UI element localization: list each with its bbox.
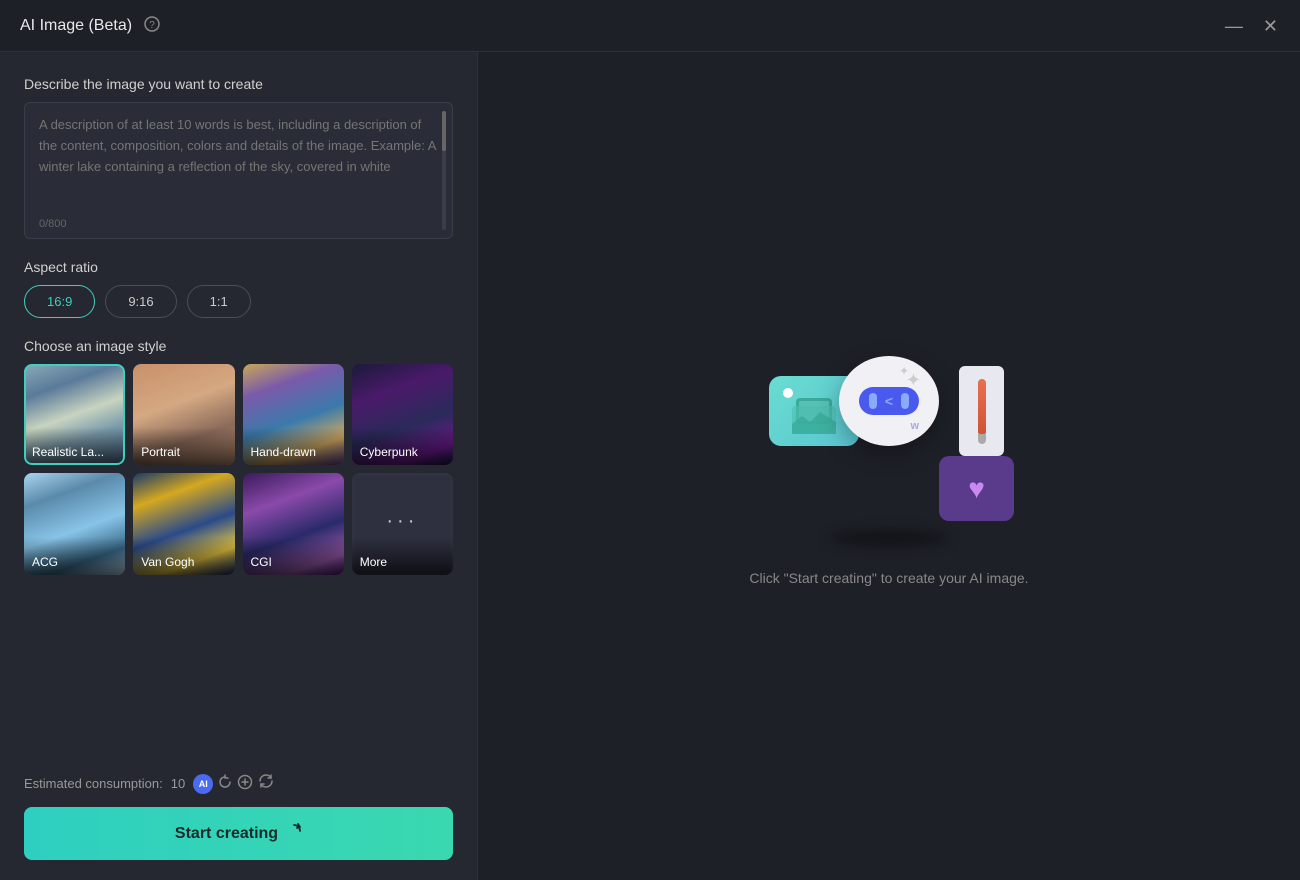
refresh-icon (217, 774, 233, 793)
robot-shadow (829, 530, 949, 546)
style-label: Choose an image style (24, 338, 453, 354)
style-more[interactable]: ··· More (352, 473, 453, 574)
title-bar-controls: — ✕ (1223, 15, 1280, 37)
svg-text:?: ? (149, 20, 155, 31)
aspect-ratio-label: Aspect ratio (24, 259, 453, 275)
description-section: Describe the image you want to create 0/… (24, 76, 453, 239)
robot-logo: w (910, 420, 919, 432)
style-cgi-label: CGI (243, 537, 344, 575)
char-count: 0/800 (39, 218, 67, 230)
style-more-label: More (352, 537, 453, 575)
robot-eye-left (869, 393, 877, 409)
style-cyberpunk-label: Cyberpunk (352, 427, 453, 465)
help-button[interactable]: ? (142, 14, 162, 37)
style-portrait-label: Portrait (133, 427, 234, 465)
style-grid: Realistic La... Portrait Hand-drawn Cybe… (24, 364, 453, 575)
consumption-label: Estimated consumption: (24, 776, 163, 791)
app-title: AI Image (Beta) (20, 17, 132, 35)
style-realistic-label: Realistic La... (24, 427, 125, 465)
heart-icon: ♥ (968, 473, 985, 505)
title-bar-left: AI Image (Beta) ? (20, 14, 162, 37)
scrollbar-thumb (442, 111, 446, 151)
main-layout: Describe the image you want to create 0/… (0, 52, 1300, 880)
style-cgi[interactable]: CGI (243, 473, 344, 574)
image-style-section: Choose an image style Realistic La... Po… (24, 338, 453, 575)
style-vangogh-label: Van Gogh (133, 537, 234, 575)
plus-icon (237, 774, 253, 793)
start-btn-icon (286, 823, 302, 844)
description-input[interactable] (39, 115, 438, 205)
aspect-ratio-section: Aspect ratio 16:9 9:16 1:1 (24, 259, 453, 318)
more-dots: ··· (386, 510, 418, 533)
start-creating-button[interactable]: Start creating (24, 807, 453, 860)
title-bar: AI Image (Beta) ? — ✕ (0, 0, 1300, 52)
robot-illustration: ✦ ✦ < w ♥ (759, 346, 1019, 546)
robot-eye-right (901, 393, 909, 409)
right-panel: ✦ ✦ < w ♥ (478, 52, 1300, 880)
heart-card: ♥ (939, 456, 1014, 521)
style-vangogh[interactable]: Van Gogh (133, 473, 234, 574)
robot-head: ✦ ✦ < w (839, 356, 939, 446)
robot-chevron: < (885, 393, 893, 409)
aspect-btn-916[interactable]: 9:16 (105, 285, 176, 318)
style-handdrawn[interactable]: Hand-drawn (243, 364, 344, 465)
style-cyberpunk[interactable]: Cyberpunk (352, 364, 453, 465)
ai-icon: AI (193, 774, 213, 794)
style-acg-label: ACG (24, 537, 125, 575)
scrollbar-track (442, 111, 446, 230)
consumption-row: Estimated consumption: 10 AI (24, 772, 453, 795)
minimize-button[interactable]: — (1223, 15, 1245, 37)
aspect-buttons: 16:9 9:16 1:1 (24, 285, 453, 318)
description-label: Describe the image you want to create (24, 76, 453, 92)
close-button[interactable]: ✕ (1261, 15, 1280, 37)
style-handdrawn-label: Hand-drawn (243, 427, 344, 465)
brush-tip (978, 434, 986, 444)
brush-card (959, 366, 1004, 456)
sync-icon (257, 772, 275, 795)
robot-visor: < (859, 387, 919, 415)
placeholder-text: Click "Start creating" to create your AI… (749, 570, 1028, 586)
aspect-btn-11[interactable]: 1:1 (187, 285, 251, 318)
style-realistic[interactable]: Realistic La... (24, 364, 125, 465)
robot-shine2: ✦ (899, 364, 909, 378)
description-wrapper: 0/800 (24, 102, 453, 239)
style-portrait[interactable]: Portrait (133, 364, 234, 465)
aspect-btn-169[interactable]: 16:9 (24, 285, 95, 318)
bottom-bar: Estimated consumption: 10 AI (24, 772, 453, 860)
consumption-icons: AI (193, 772, 275, 795)
card-dot (783, 388, 793, 398)
left-panel: Describe the image you want to create 0/… (0, 52, 478, 880)
consumption-value: 10 (171, 776, 185, 791)
style-acg[interactable]: ACG (24, 473, 125, 574)
brush-stick (978, 379, 986, 434)
